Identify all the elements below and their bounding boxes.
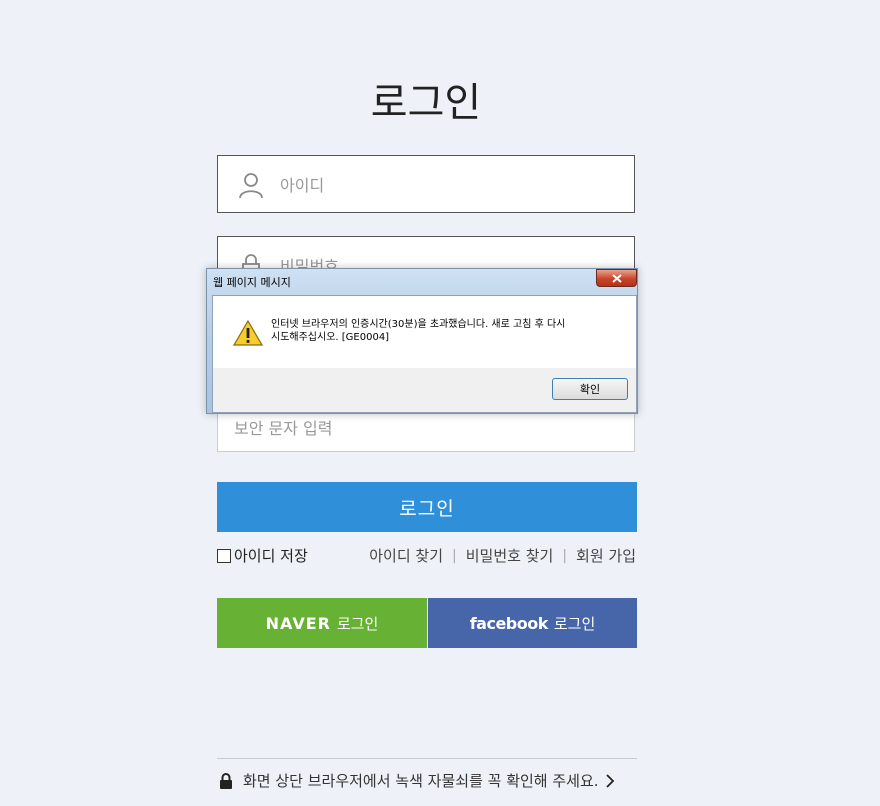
naver-logo: NAVER (265, 613, 331, 633)
security-notice-text: 화면 상단 브라우저에서 녹색 자물쇠를 꼭 확인해 주세요. (243, 772, 599, 790)
dialog-ok-button[interactable]: 확인 (552, 378, 628, 400)
dialog-message-line: 인터넷 브라우저의 인증시간(30분)을 초과했습니다. 새로 고침 후 다시 (271, 319, 566, 330)
account-links: 아이디 찾기 | 비밀번호 찾기 | 회원 가입 (369, 545, 636, 566)
link-separator: | (562, 547, 568, 564)
link-separator: | (452, 547, 457, 564)
facebook-login-label: 로그인 (553, 614, 596, 633)
find-password-link[interactable]: 비밀번호 찾기 (466, 545, 554, 566)
save-id-label: 아이디 저장 (234, 547, 308, 565)
alert-dialog: 웹 페이지 메시지 인터넷 브라우저의 인증시간(30분)을 초과했습니다. 새… (206, 268, 638, 414)
login-button[interactable]: 로그인 (217, 482, 637, 532)
page-title: 로그인 (370, 80, 482, 126)
user-icon (239, 173, 263, 199)
dialog-title: 웹 페이지 메시지 (213, 276, 291, 289)
save-id-option[interactable]: 아이디 저장 (217, 545, 308, 566)
save-id-checkbox[interactable] (217, 548, 231, 563)
id-input[interactable] (278, 156, 622, 214)
naver-login-label: 로그인 (336, 614, 379, 633)
lock-icon (220, 772, 232, 789)
find-id-link[interactable]: 아이디 찾기 (369, 545, 443, 566)
dialog-body: 인터넷 브라우저의 인증시간(30분)을 초과했습니다. 새로 고침 후 다시 … (212, 295, 637, 413)
id-field[interactable] (217, 155, 635, 214)
chevron-right-icon (605, 773, 614, 788)
facebook-logo: facebook (469, 613, 549, 633)
naver-login-button[interactable]: NAVER 로그인 (217, 598, 427, 648)
warning-icon (233, 320, 263, 346)
footer-divider (217, 758, 637, 759)
signup-link[interactable]: 회원 가입 (576, 545, 636, 566)
facebook-login-button[interactable]: facebook 로그인 (428, 598, 637, 648)
dialog-close-button[interactable] (596, 269, 637, 287)
security-notice[interactable]: 화면 상단 브라우저에서 녹색 자물쇠를 꼭 확인해 주세요. (219, 770, 639, 791)
close-icon (611, 273, 622, 283)
dialog-message-line: 시도해주십시오. [GE0004] (271, 332, 390, 343)
dialog-message: 인터넷 브라우저의 인증시간(30분)을 초과했습니다. 새로 고침 후 다시 … (271, 318, 621, 344)
dialog-footer: 확인 (213, 368, 636, 412)
